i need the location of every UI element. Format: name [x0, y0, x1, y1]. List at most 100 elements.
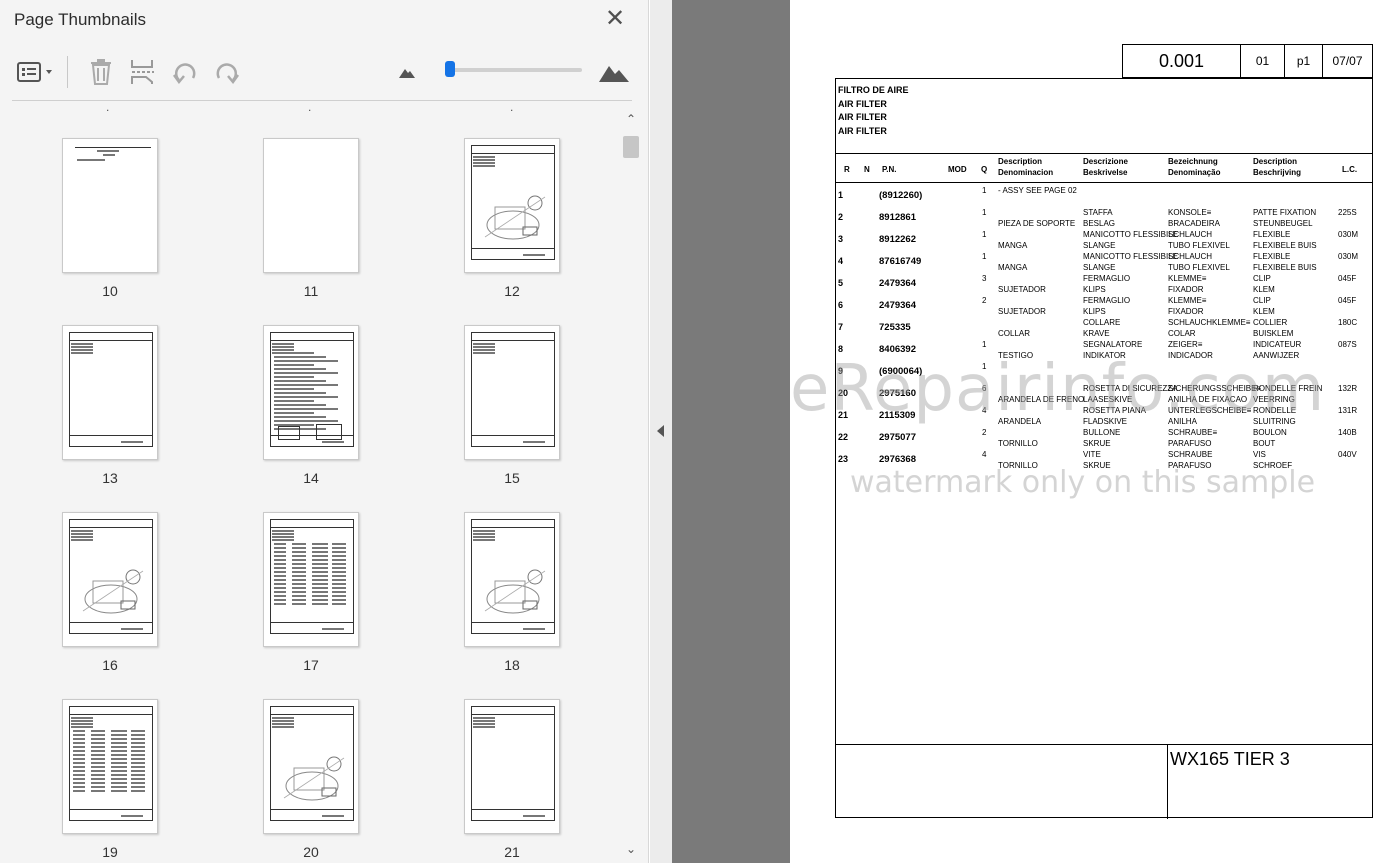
cell-pn: (6900064) [879, 366, 923, 377]
collapse-panel-button[interactable] [654, 423, 668, 439]
cell-pn: 2976368 [879, 454, 916, 465]
cell-d1b: MANGA [998, 263, 1028, 272]
cell-d3a: SCHLAUCHKLEMME≡ [1168, 318, 1251, 327]
scroll-down-icon[interactable]: ⌄ [623, 842, 639, 858]
cell-d3a: SCHRAUBE [1168, 450, 1213, 459]
cell-d3b: BRACADEIRA [1168, 219, 1221, 228]
page-thumbnail[interactable]: 18 [464, 512, 562, 673]
cell-d1b: TESTIGO [998, 351, 1034, 360]
cell-d4a: RONDELLE [1253, 406, 1297, 415]
document-gutter [672, 0, 790, 863]
close-icon[interactable]: ✕ [602, 6, 628, 32]
thumbnail-image [62, 512, 158, 647]
page-thumbnail[interactable]: 13 [62, 325, 160, 486]
insert-pages-button[interactable] [128, 56, 158, 88]
col-header-pn: P.N. [882, 165, 897, 174]
toolbar-divider [67, 56, 68, 88]
thumbnail-image [62, 699, 158, 834]
cell-lc: 040V [1338, 450, 1357, 459]
title-block: WX165 TIER 3 [836, 744, 1372, 819]
cell-d1b: SUJETADOR [998, 285, 1046, 294]
rotate-clockwise-icon [216, 63, 240, 85]
page-thumbnail[interactable]: 21 [464, 699, 562, 860]
thumbnail-image [62, 325, 158, 460]
title-line: FILTRO DE AIRE [838, 85, 909, 95]
col-header-desc2: Descrizione Beskrivelse [1083, 157, 1128, 177]
page-thumbnail[interactable]: 17 [263, 512, 361, 673]
cell-pn: 2975077 [879, 432, 916, 443]
page-thumbnail[interactable]: 20 [263, 699, 361, 860]
delete-pages-button[interactable] [86, 56, 116, 88]
cell-pn: 2975160 [879, 388, 916, 399]
col-header-lc: L.C. [1342, 165, 1358, 174]
scrollbar-thumb[interactable] [623, 136, 639, 158]
thumbnail-image [62, 138, 158, 273]
cell-r: 9 [838, 366, 844, 376]
thumbnail-size-slider[interactable] [445, 61, 582, 77]
cell-d2a: BULLONE [1083, 428, 1121, 437]
cell-pn: 2115309 [879, 410, 916, 421]
cell-d3a: ZEIGER≡ [1168, 340, 1203, 349]
cell-lc: 087S [1338, 340, 1357, 349]
insert-pages-icon [131, 60, 154, 84]
cell-pn: 8406392 [879, 344, 916, 355]
zoom-out-thumbnails-button[interactable] [396, 56, 418, 88]
page-thumbnail[interactable]: 11 [263, 138, 361, 299]
thumbnail-scrollbar[interactable]: ⌃ ⌄ [620, 106, 642, 863]
cell-d4b: FLEXIBELE BUIS [1253, 263, 1317, 272]
model-name: WX165 TIER 3 [1170, 749, 1290, 769]
cell-d1b: TORNILLO [998, 439, 1038, 448]
cell-r: 23 [838, 454, 849, 464]
exploded-drawing [283, 756, 345, 801]
col-header-desc1: Description Denominacion [998, 157, 1054, 177]
page-thumbnails-panel: Page Thumbnails ✕ . . . 10 11 12 13 14 1… [0, 0, 649, 863]
acrobat-window: Page Thumbnails ✕ . . . 10 11 12 13 14 1… [0, 0, 1386, 863]
cell-d3b: PARAFUSO [1168, 461, 1212, 470]
cell-r: 4 [838, 256, 844, 266]
rotate-clockwise-button[interactable] [212, 56, 242, 88]
cell-lc: 132R [1338, 384, 1358, 393]
cell-d1b: SUJETADOR [998, 307, 1046, 316]
scroll-up-icon[interactable]: ⌃ [623, 112, 639, 128]
cell-r: 7 [838, 322, 844, 332]
cell-r: 1 [838, 190, 844, 200]
cell-d4a: CLIP [1253, 296, 1271, 305]
zoom-in-thumbnails-button[interactable] [596, 56, 632, 88]
cell-d1a: - ASSY SEE PAGE 02 [998, 186, 1077, 195]
cell-pn: 725335 [879, 322, 911, 333]
cell-d3a: SCHLAUCH [1168, 252, 1213, 261]
col-header-desc4: Description Beschrijving [1253, 157, 1302, 177]
page-thumbnail[interactable]: 15 [464, 325, 562, 486]
cell-lc: 131R [1338, 406, 1358, 415]
title-block-divider [1167, 745, 1168, 819]
cell-r: 21 [838, 410, 849, 420]
title-line: AIR FILTER [838, 125, 887, 136]
page-thumbnail[interactable]: 14 [263, 325, 361, 486]
col-header-q: Q [981, 165, 988, 174]
slider-thumb[interactable] [445, 61, 456, 77]
cell-d4b: SCHROEF [1253, 461, 1293, 470]
thumbnail-options-button[interactable] [14, 56, 58, 88]
page-thumbnail[interactable]: 19 [62, 699, 160, 860]
page-thumbnail[interactable]: 16 [62, 512, 160, 673]
page-thumbnail[interactable]: 10 [62, 138, 160, 299]
rotate-counterclockwise-button[interactable] [170, 56, 200, 88]
cell-q: 4 [982, 406, 987, 415]
title-line: AIR FILTER [838, 98, 887, 109]
cell-d4a: FLEXIBLE [1253, 252, 1291, 261]
cell-q: 1 [982, 340, 987, 349]
cell-lc: 180C [1338, 318, 1358, 327]
cell-d4a: BOULON [1253, 428, 1287, 437]
thumbnail-page-number: 18 [504, 657, 520, 673]
cell-d4b: FLEXIBELE BUIS [1253, 241, 1317, 250]
cell-d2a: FERMAGLIO [1083, 296, 1131, 305]
cell-pn: 8912262 [879, 234, 916, 245]
cell-d3b: FIXADOR [1168, 285, 1204, 294]
page-thumbnail[interactable]: 12 [464, 138, 562, 299]
header-code: 0.001 [1122, 44, 1240, 78]
thumbnail-image [464, 325, 560, 460]
rotate-counterclockwise-icon [172, 63, 196, 85]
cell-d2b: KRAVE [1083, 329, 1110, 338]
cell-d3b: TUBO FLEXIVEL [1168, 263, 1230, 272]
exploded-drawing [82, 569, 144, 614]
